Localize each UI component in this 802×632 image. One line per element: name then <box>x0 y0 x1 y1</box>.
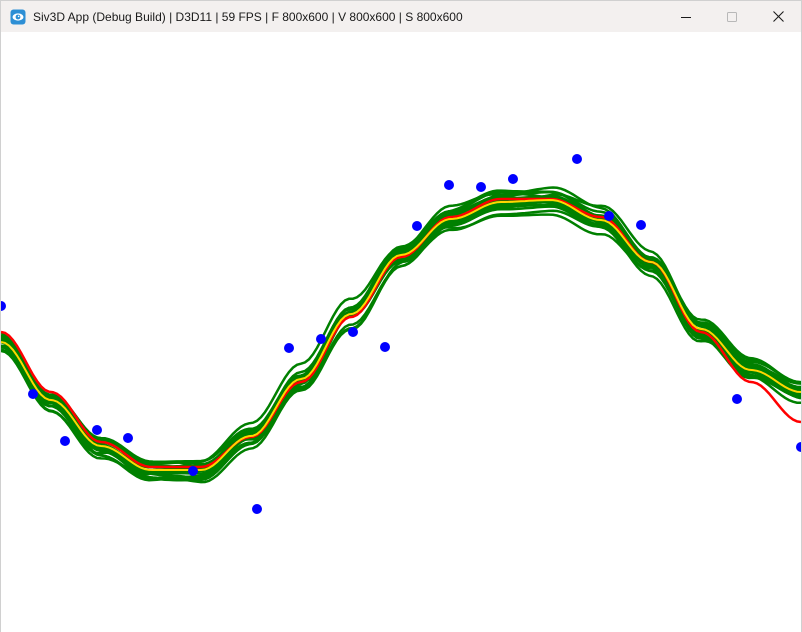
observation-point <box>572 154 582 164</box>
gp-regression-plot <box>1 154 801 514</box>
posterior-sample-curve <box>1 195 801 481</box>
posterior-sample-curve <box>1 195 801 482</box>
observation-point <box>476 182 486 192</box>
observation-point <box>380 342 390 352</box>
posterior-sample-curve <box>1 202 801 469</box>
title-bar[interactable]: Siv3D App (Debug Build) | D3D11 | 59 FPS… <box>1 1 801 32</box>
posterior-sample-curve <box>1 186 801 482</box>
posterior-sample-curve <box>1 197 801 475</box>
posterior-sample-curve <box>1 189 801 473</box>
posterior-sample-curve <box>1 191 801 467</box>
siv3d-app-icon <box>10 9 26 25</box>
minimize-button[interactable] <box>663 1 709 32</box>
posterior-sample-curve <box>1 198 801 484</box>
close-button[interactable] <box>755 1 801 32</box>
observation-point <box>284 343 294 353</box>
close-icon <box>772 11 784 22</box>
observation-point <box>412 221 422 231</box>
observation-point <box>636 220 646 230</box>
observation-point <box>444 180 454 190</box>
posterior-sample-curve <box>1 194 801 472</box>
render-canvas[interactable] <box>1 32 801 632</box>
true-function <box>1 197 801 469</box>
posterior-sample-curve <box>1 197 801 471</box>
posterior-mean-curve <box>1 198 801 471</box>
minimize-icon <box>681 16 691 18</box>
posterior-sample-curve <box>1 201 801 482</box>
observation-point <box>732 394 742 404</box>
observation-point <box>604 211 614 221</box>
observation-point <box>188 466 198 476</box>
observation-point <box>123 433 133 443</box>
observation-point <box>508 174 518 184</box>
observation-point <box>316 334 326 344</box>
posterior-sample-curve <box>1 195 801 475</box>
posterior-sample-curve <box>1 203 801 476</box>
app-window: Siv3D App (Debug Build) | D3D11 | 59 FPS… <box>0 0 802 632</box>
window-title: Siv3D App (Debug Build) | D3D11 | 59 FPS… <box>33 9 463 24</box>
true-function-curve <box>1 197 801 469</box>
posterior-sample-curve <box>1 192 801 476</box>
observation-point <box>92 425 102 435</box>
posterior-samples <box>1 186 801 484</box>
posterior-sample-curve <box>1 200 801 473</box>
posterior-sample-curve <box>1 193 801 466</box>
window-controls <box>663 1 801 32</box>
posterior-sample-curve <box>1 205 801 466</box>
observation-point <box>348 327 358 337</box>
posterior-sample-curve <box>1 195 801 479</box>
observation-point <box>796 442 801 452</box>
maximize-button[interactable] <box>709 1 755 32</box>
posterior-sample-curve <box>1 198 801 471</box>
posterior-mean <box>1 198 801 471</box>
observation-point <box>60 436 70 446</box>
maximize-icon <box>727 11 737 22</box>
posterior-sample-curve <box>1 190 801 481</box>
observation-point <box>28 389 38 399</box>
observation-point <box>252 504 262 514</box>
observation-point <box>1 301 6 311</box>
